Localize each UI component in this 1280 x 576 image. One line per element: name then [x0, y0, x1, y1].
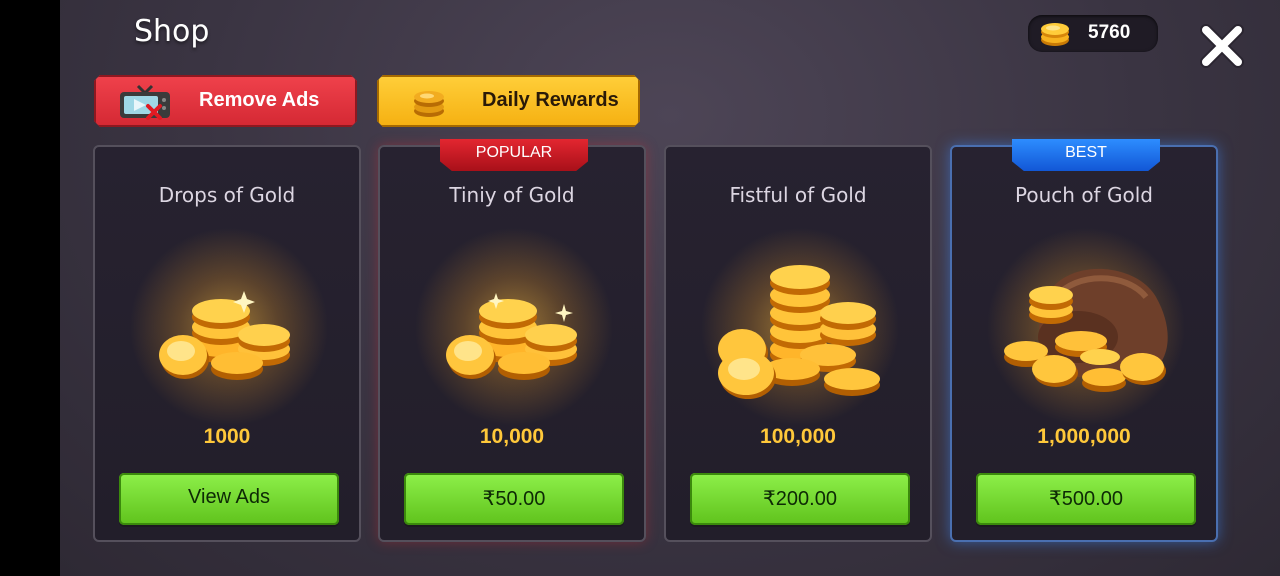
- page-title: Shop: [134, 14, 210, 49]
- offer-name: Tiniy of Gold: [449, 183, 575, 207]
- coin-balance: 5760: [1028, 15, 1158, 52]
- buy-button-200[interactable]: ₹200.00: [690, 473, 910, 525]
- close-icon: [1200, 24, 1244, 68]
- view-ads-button[interactable]: View Ads: [119, 473, 339, 525]
- shop-screen: Shop 5760 Remove Ads Daily Rewards Drops…: [60, 0, 1280, 576]
- buy-button-label: ₹50.00: [482, 488, 546, 510]
- gold-pile-art: [718, 265, 880, 399]
- buy-button-label: ₹500.00: [1049, 488, 1123, 510]
- coin-stack-icon: [411, 84, 447, 120]
- offer-amount: 1000: [203, 425, 251, 448]
- offer-amount: 10,000: [479, 425, 545, 448]
- close-button[interactable]: [1198, 22, 1246, 70]
- gold-pile-art: [446, 293, 577, 380]
- offer-card-drops-of-gold: Drops of Gold 1000 View Ads: [93, 145, 361, 542]
- offer-name: Fistful of Gold: [729, 183, 867, 207]
- best-ribbon: BEST: [1012, 139, 1160, 171]
- offer-card-tiniy-of-gold: POPULAR Tiniy of Gold 10,000 ₹50.00: [378, 139, 646, 542]
- daily-rewards-button[interactable]: Daily Rewards: [377, 75, 640, 127]
- gold-pile-art: [159, 291, 290, 380]
- buy-button-label: ₹200.00: [763, 488, 837, 510]
- gold-pouch-art: [1004, 268, 1168, 392]
- coin-icon: [1041, 23, 1069, 46]
- offer-amount: 100,000: [760, 425, 836, 448]
- offer-name: Drops of Gold: [158, 183, 296, 207]
- buy-button-50[interactable]: ₹50.00: [404, 473, 624, 525]
- offer-card-fistful-of-gold: Fistful of Gold 100,000 ₹200.00: [664, 145, 932, 542]
- buy-button-500[interactable]: ₹500.00: [976, 473, 1196, 525]
- buy-button-label: View Ads: [188, 486, 270, 508]
- remove-ads-button[interactable]: Remove Ads: [94, 75, 357, 127]
- daily-rewards-label: Daily Rewards: [482, 89, 619, 111]
- offer-card-pouch-of-gold: BEST Pouch of Gold 1,000,000 ₹500.00: [950, 139, 1218, 542]
- offer-name: Pouch of Gold: [1015, 183, 1153, 207]
- tv-no-ads-icon: [118, 84, 172, 120]
- popular-ribbon: POPULAR: [440, 139, 588, 171]
- remove-ads-label: Remove Ads: [199, 89, 320, 111]
- coin-balance-value: 5760: [1088, 22, 1131, 43]
- offer-amount: 1,000,000: [1037, 425, 1131, 448]
